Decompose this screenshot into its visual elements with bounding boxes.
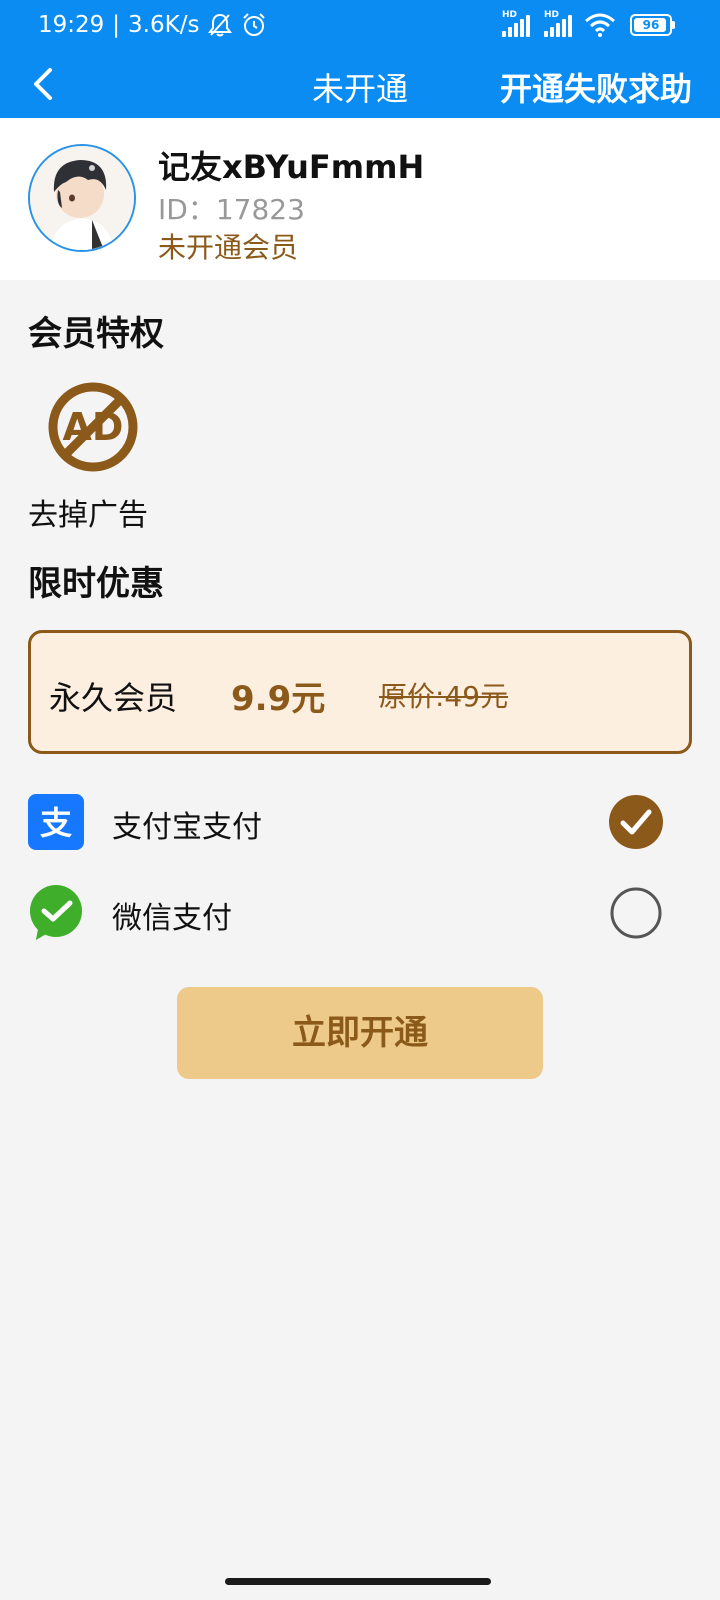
no-ads-icon: AD — [46, 380, 140, 474]
home-indicator[interactable] — [225, 1578, 491, 1585]
open-membership-button[interactable]: 立即开通 — [177, 987, 543, 1079]
radio-unchecked-icon[interactable] — [608, 885, 664, 941]
wechat-pay-icon — [30, 885, 82, 940]
user-card: 记友xBYuFmmH ID：17823 未开通会员 — [0, 118, 720, 280]
help-button[interactable]: 开通失败求助 — [500, 64, 692, 110]
network-speed: 3.6K/s — [128, 12, 200, 38]
payment-option-alipay[interactable]: 支 支付宝支付 — [28, 792, 692, 852]
offers-title: 限时优惠 — [28, 564, 164, 604]
signal-hd-label-2: HD — [544, 10, 560, 20]
status-bar: 19:29 | 3.6K/s HD HD 96 — [0, 0, 720, 52]
user-id: ID：17823 — [158, 193, 305, 226]
payment-label-wechat: 微信支付 — [112, 901, 232, 936]
plan-price: 9.9元 — [231, 679, 326, 719]
status-right: HD HD 96 — [502, 10, 675, 38]
signal-strength-icon-1: HD — [502, 10, 530, 37]
battery-level: 96 — [642, 18, 660, 32]
payment-option-wechat[interactable]: 微信支付 — [28, 883, 692, 943]
signal-hd-label-1: HD — [502, 10, 518, 20]
battery-icon: 96 — [630, 14, 675, 36]
nav-bar: 未开通 开通失败求助 — [0, 52, 720, 118]
plan-card-lifetime[interactable]: 永久会员 9.9元 原价:49元 — [28, 630, 692, 754]
status-left: 19:29 | 3.6K/s — [38, 12, 267, 38]
user-name: 记友xBYuFmmH — [158, 148, 425, 186]
privileges-title: 会员特权 — [28, 314, 164, 354]
plan-original-price: 原价:49元 — [379, 680, 509, 713]
privilege-label-no-ads: 去掉广告 — [28, 498, 148, 533]
header: 19:29 | 3.6K/s HD HD 96 未开通 开通失败求助 — [0, 0, 720, 118]
payment-label-alipay: 支付宝支付 — [112, 810, 262, 845]
membership-status: 未开通会员 — [158, 231, 299, 264]
avatar-image — [30, 146, 134, 250]
svg-text:支: 支 — [40, 804, 72, 842]
radio-checked-icon[interactable] — [608, 794, 664, 850]
plan-name: 永久会员 — [49, 679, 178, 717]
status-time: 19:29 — [38, 12, 105, 38]
alipay-icon: 支 — [28, 794, 84, 850]
avatar — [28, 144, 136, 252]
signal-strength-icon-2: HD — [544, 10, 572, 37]
wifi-icon — [585, 13, 615, 37]
bell-muted-icon — [208, 13, 233, 37]
alarm-clock-icon — [243, 13, 266, 36]
status-separator: | — [112, 12, 121, 38]
